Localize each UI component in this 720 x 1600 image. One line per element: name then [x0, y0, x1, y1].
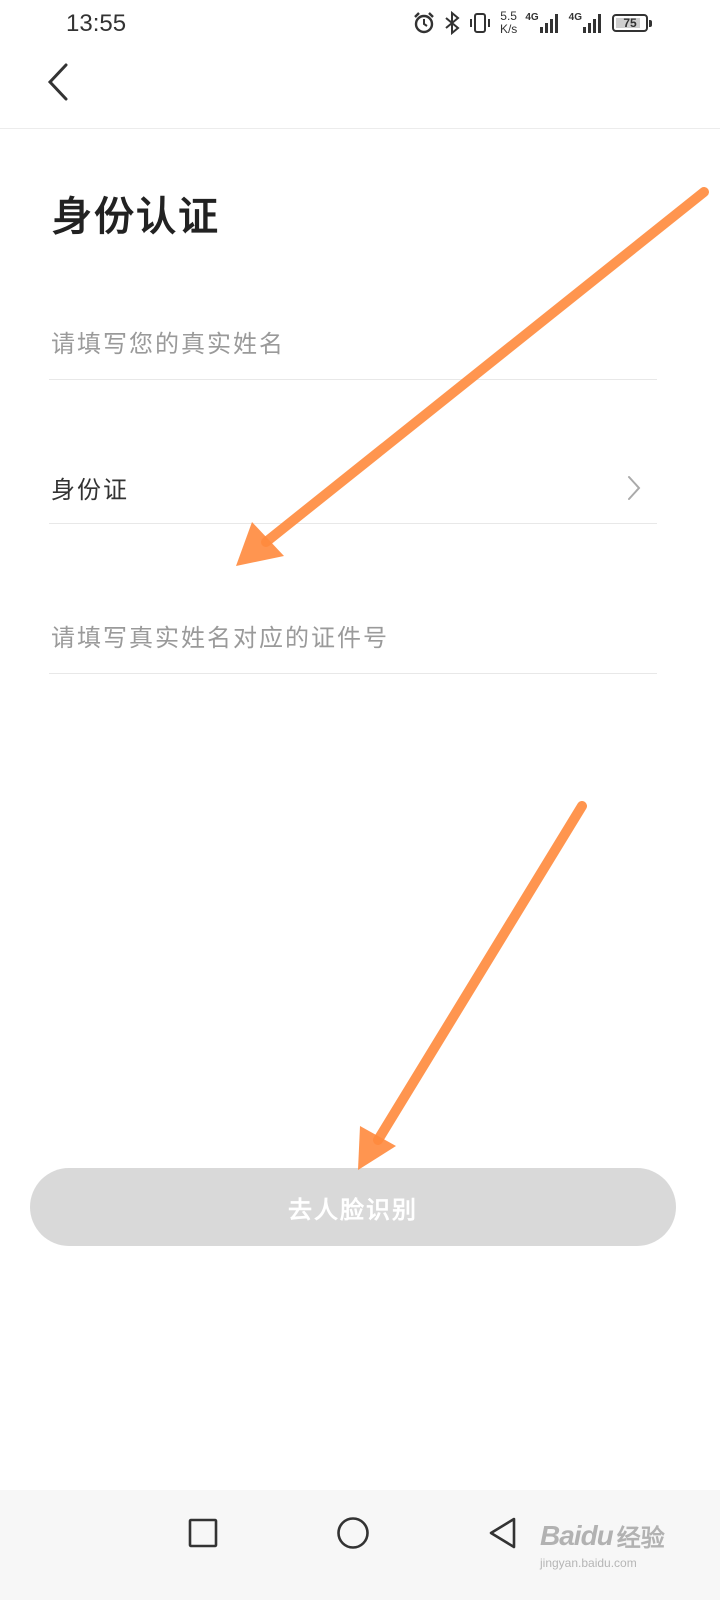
watermark-url: jingyan.baidu.com [540, 1556, 637, 1570]
name-field-row [49, 308, 659, 380]
page-title: 身份认证 [52, 193, 220, 240]
id-number-field-row [49, 602, 659, 674]
home-button[interactable] [328, 1508, 378, 1558]
recent-apps-button[interactable] [178, 1508, 228, 1558]
chevron-left-icon [47, 63, 68, 101]
network-speed-unit: K/s [499, 22, 518, 36]
status-time: 13:55 [66, 10, 127, 37]
network-speed: 5.5 K/s [500, 10, 517, 36]
baidu-watermark: Baidu 经验 [540, 1518, 665, 1553]
back-icon [489, 1517, 516, 1549]
home-icon [337, 1517, 369, 1549]
top-nav [0, 50, 720, 129]
back-button[interactable] [36, 60, 80, 104]
watermark-sub: 经验 [616, 1525, 665, 1552]
watermark-brand: Baidu [540, 1519, 614, 1551]
id-number-input[interactable] [49, 602, 659, 673]
sim1-label: 4G [525, 12, 539, 23]
system-back-button[interactable] [478, 1508, 528, 1558]
recent-apps-icon [188, 1518, 218, 1548]
annotation-arrow-2 [358, 801, 587, 1170]
id-type-selector[interactable]: 身份证 [49, 452, 657, 524]
face-recognition-button[interactable]: 去人脸识别 [30, 1168, 676, 1246]
bluetooth-icon [444, 11, 460, 35]
battery-level: 75 [623, 16, 637, 30]
sim2-label: 4G [568, 12, 582, 23]
signal-icon: 4G [569, 12, 604, 34]
signal-icon: 4G [525, 12, 560, 34]
real-name-input[interactable] [49, 308, 659, 379]
id-type-label: 身份证 [51, 476, 129, 504]
chevron-right-icon [628, 475, 641, 500]
vibrate-icon [468, 11, 492, 35]
battery-icon: 75 [612, 14, 652, 32]
status-icons: 5.5 K/s 4G 4G 75 [412, 10, 652, 36]
alarm-icon [412, 11, 436, 35]
status-bar: 13:55 5.5 K/s 4G 4G 75 [0, 0, 720, 50]
